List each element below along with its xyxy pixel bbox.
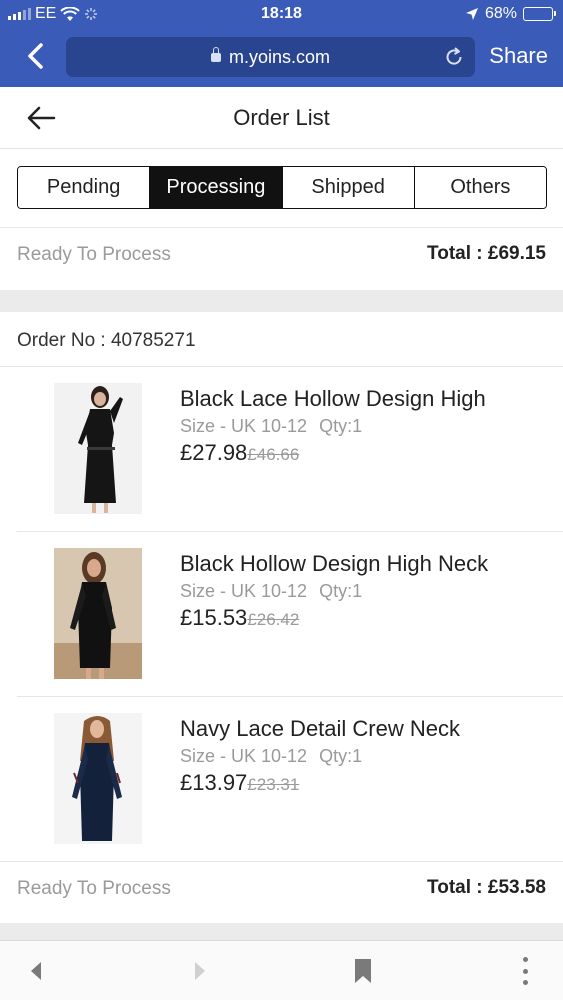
order-status-tabs: Pending Processing Shipped Others [17, 166, 547, 209]
product-title[interactable]: Black Hollow Design High Neck [180, 551, 488, 577]
tab-pending[interactable]: Pending [18, 167, 151, 208]
product-image[interactable] [54, 548, 142, 679]
browser-toolbar [0, 940, 563, 1000]
product-original-price: £46.66 [247, 445, 300, 464]
app-header: Order List [0, 87, 563, 149]
product-qty: Qty:1 [319, 746, 363, 766]
product-price: £27.98 [180, 440, 248, 465]
order-number: Order No : 40785271 [17, 330, 196, 351]
product-qty: Qty:1 [319, 581, 363, 601]
battery-percent: 68% [484, 5, 517, 22]
tab-others[interactable]: Others [414, 167, 546, 208]
product-original-price: £23.31 [247, 775, 300, 794]
address-bar-text: m.yoins.com [66, 47, 475, 68]
product-price-block: £27.98£46.66 [180, 440, 299, 466]
order-summary-top: Ready To Process Total : £69.15 [0, 227, 563, 283]
section-separator [0, 923, 563, 940]
address-bar[interactable]: m.yoins.com [66, 37, 475, 77]
page-title: Order List [233, 105, 330, 130]
tab-processing[interactable]: Processing [150, 167, 283, 208]
tab-shipped[interactable]: Shipped [282, 167, 415, 208]
order-summary-bottom: Ready To Process Total : £53.58 [0, 861, 563, 917]
url-row: m.yoins.com Share [0, 34, 563, 80]
product-original-price: £26.42 [247, 610, 300, 629]
order-status-text: Ready To Process [17, 878, 171, 899]
product-size: Size - UK 10-12 [180, 746, 308, 766]
battery-icon [523, 7, 556, 21]
status-bar-right: 68% [465, 5, 556, 23]
product-price-block: £15.53£26.42 [180, 605, 299, 631]
product-qty: Qty:1 [319, 416, 363, 436]
more-vertical-icon[interactable] [521, 957, 529, 985]
product-image[interactable] [54, 713, 142, 844]
order-status-text: Ready To Process [17, 244, 171, 265]
product-title[interactable]: Navy Lace Detail Crew Neck [180, 716, 460, 742]
status-bar: EE 18:18 68% [0, 0, 563, 30]
product-price: £15.53 [180, 605, 248, 630]
product-size: Size - UK 10-12 [180, 416, 308, 436]
product-title[interactable]: Black Lace Hollow Design High [180, 386, 486, 412]
order-total: Total : £53.58 [427, 877, 546, 898]
product-meta: Size - UK 10-12 Qty:1 [180, 416, 362, 437]
browser-back-icon[interactable] [22, 42, 50, 70]
forward-arrow-icon[interactable] [195, 962, 205, 980]
share-button[interactable]: Share [489, 43, 548, 69]
product-size: Size - UK 10-12 [180, 581, 308, 601]
product-meta: Size - UK 10-12 Qty:1 [180, 746, 362, 767]
product-price-block: £13.97£23.31 [180, 770, 299, 796]
url-label: m.yoins.com [228, 47, 331, 67]
location-arrow-icon [465, 8, 478, 20]
order-item[interactable]: Black Hollow Design High Neck Size - UK … [0, 531, 563, 696]
bookmark-icon[interactable] [355, 959, 371, 983]
product-image[interactable] [54, 383, 142, 514]
back-arrow-icon[interactable] [31, 962, 41, 980]
lock-icon [210, 47, 221, 62]
product-price: £13.97 [180, 770, 248, 795]
reload-icon[interactable] [443, 46, 465, 68]
order-item[interactable]: Black Lace Hollow Design High Size - UK … [0, 366, 563, 531]
product-meta: Size - UK 10-12 Qty:1 [180, 581, 362, 602]
order-total: Total : £69.15 [427, 243, 546, 264]
section-separator [0, 290, 563, 312]
order-item[interactable]: Navy Lace Detail Crew Neck Size - UK 10-… [0, 696, 563, 861]
browser-chrome: EE 18:18 68% m.yoins.com Share [0, 0, 563, 87]
